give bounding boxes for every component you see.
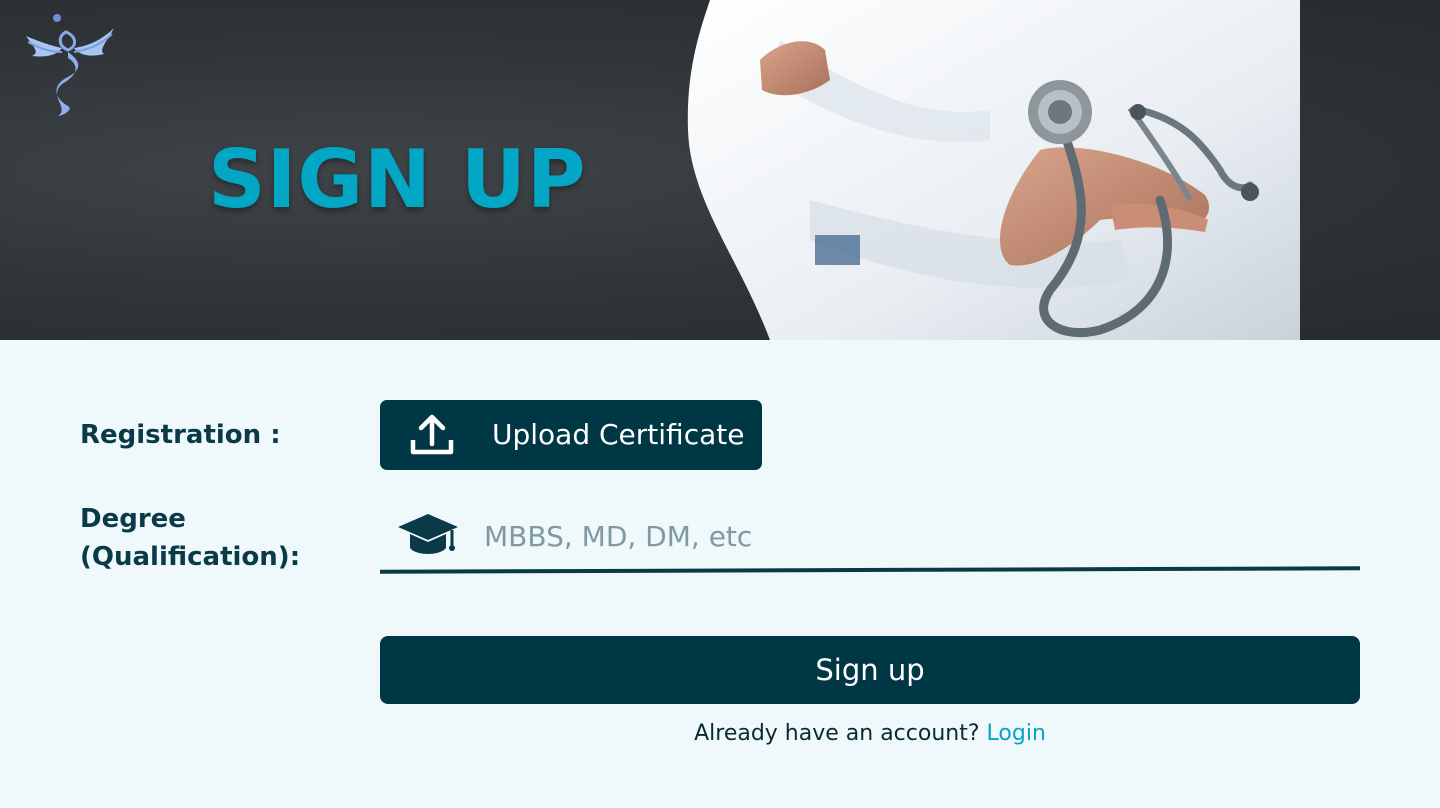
doctor-with-stethoscope-photo	[687, 0, 1300, 340]
hero-banner: SIGN UP	[0, 0, 1440, 340]
upload-icon	[410, 414, 454, 455]
graduation-cap-icon	[398, 514, 458, 554]
page-title: SIGN UP	[208, 133, 587, 226]
upload-certificate-button[interactable]: Upload Certificate	[380, 400, 762, 470]
registration-label: Registration :	[80, 420, 281, 450]
login-prompt-row: Already have an account? Login	[380, 718, 1360, 750]
degree-label: Degree (Qualification):	[80, 500, 340, 576]
login-prompt-text: Already have an account?	[694, 721, 980, 746]
degree-input[interactable]	[484, 512, 1344, 560]
caduceus-angel-logo-icon	[26, 14, 114, 116]
upload-certificate-label: Upload Certificate	[492, 418, 745, 451]
degree-label-line1: Degree	[80, 504, 186, 534]
degree-field[interactable]	[380, 500, 1360, 574]
degree-label-line2: (Qualification):	[80, 542, 301, 572]
degree-input-underline	[380, 566, 1360, 574]
login-link[interactable]: Login	[987, 721, 1046, 746]
sign-up-button[interactable]: Sign up	[380, 636, 1360, 704]
